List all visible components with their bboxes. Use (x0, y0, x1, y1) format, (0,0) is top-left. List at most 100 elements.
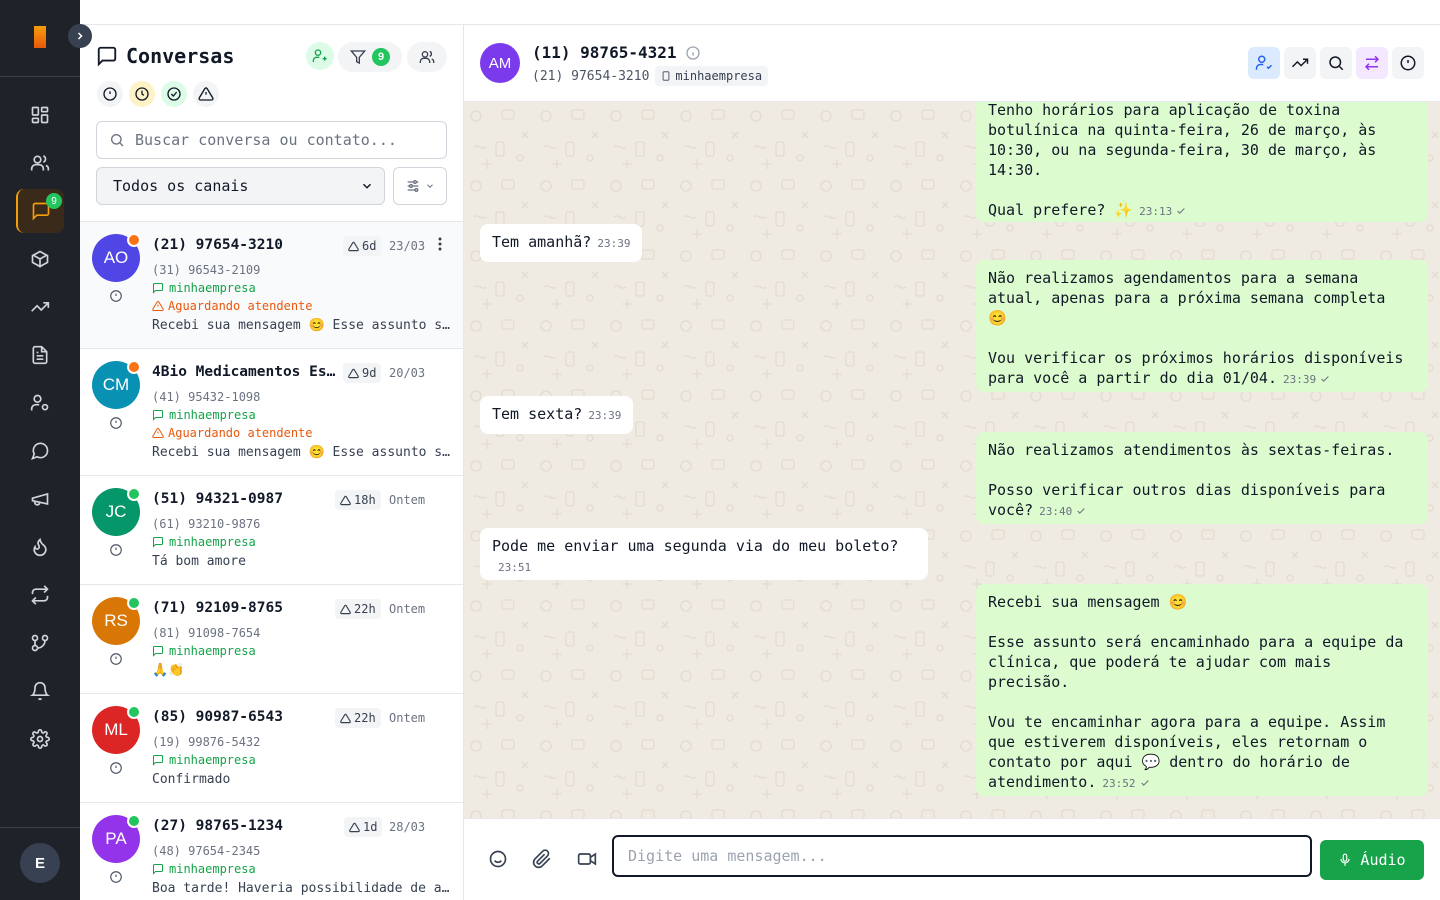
attach-button[interactable] (532, 849, 552, 869)
status-dot (127, 705, 141, 719)
nav-dashboard[interactable] (16, 93, 64, 137)
channel-label: minhaempresa (152, 753, 256, 767)
sidebar-toggle-button[interactable] (68, 24, 92, 48)
user-avatar[interactable]: E (20, 843, 60, 883)
panel-title: Conversas (96, 44, 234, 68)
nav-user-settings[interactable] (16, 381, 64, 425)
nav-reports[interactable] (16, 285, 64, 329)
emoji-button[interactable] (488, 849, 508, 869)
nav-notifications[interactable] (16, 669, 64, 713)
avatar: AO (92, 233, 141, 282)
conversation-list: AO (21) 97654-3210 6d 23/03 (31) 96543-2… (80, 221, 463, 900)
message-time: 23:39 (597, 237, 631, 250)
trending-icon (31, 302, 50, 312)
conversation-name: (27) 98765-1234 (152, 818, 283, 834)
add-contact-button[interactable] (306, 42, 334, 70)
time-tag: 22h (335, 599, 381, 619)
nav-badge: 9 (46, 193, 62, 209)
message-area: Tenho horários para aplicação de toxina … (464, 102, 1440, 818)
message-preview: Boa tarde! Haveria possibilidade de agen… (152, 881, 450, 896)
stats-button[interactable] (1284, 47, 1316, 79)
conversation-name: (51) 94321-0987 (152, 491, 283, 507)
chat-icon (153, 537, 163, 548)
flame-icon (33, 537, 47, 557)
user-settings-icon (30, 394, 49, 411)
message-input[interactable] (628, 847, 1296, 865)
contact-avatar[interactable]: AM (480, 43, 520, 83)
paperclip-icon (532, 849, 551, 869)
channel-label: minhaempresa (152, 644, 256, 658)
warning-icon (152, 300, 164, 311)
check-icon (1140, 779, 1149, 786)
warning-icon (340, 495, 351, 505)
search-input[interactable] (135, 131, 425, 149)
channel-select-value: Todos os canais (113, 177, 249, 195)
transfer-button[interactable] (1356, 47, 1388, 79)
info-icon[interactable] (109, 543, 123, 557)
conversation-date: 28/03 (389, 820, 426, 834)
nav-campaigns[interactable] (16, 477, 64, 521)
info-icon[interactable] (109, 289, 123, 303)
conversation-item[interactable]: ML (85) 90987-6543 22h Ontem (19) 99876-… (80, 694, 463, 803)
conversation-item[interactable]: AO (21) 97654-3210 6d 23/03 (31) 96543-2… (80, 222, 463, 349)
nav-contacts[interactable] (16, 141, 64, 185)
panel-title-text: Conversas (126, 44, 235, 68)
app-logo (34, 26, 46, 48)
channel-label: minhaempresa (152, 862, 256, 876)
video-icon (577, 852, 597, 866)
conversation-item[interactable]: PA (27) 98765-1234 1d 28/03 (48) 97654-2… (80, 803, 463, 900)
contact-name: (11) 98765-4321 (532, 43, 701, 62)
waiting-status: Aguardando atendente (152, 426, 313, 440)
time-tag: 22h (335, 708, 381, 728)
status-filter-warning[interactable] (193, 81, 219, 107)
info-icon[interactable] (109, 652, 123, 666)
advanced-filter-button[interactable] (393, 167, 447, 205)
smartphone-icon (663, 71, 670, 81)
info-icon[interactable] (109, 761, 123, 775)
nav-messages[interactable] (16, 429, 64, 473)
search-messages-button[interactable] (1320, 47, 1352, 79)
sliders-icon (407, 180, 419, 192)
nav-flows[interactable] (16, 621, 64, 665)
status-filter-pending[interactable] (129, 81, 155, 107)
info-icon[interactable] (685, 45, 701, 61)
status-filter-all[interactable] (97, 81, 123, 107)
conversation-item[interactable]: JC (51) 94321-0987 18h Ontem (61) 93210-… (80, 476, 463, 585)
status-dot (127, 360, 141, 374)
nav-conversations[interactable]: 9 (16, 189, 64, 233)
chat-icon (153, 646, 163, 657)
assign-agent-button[interactable] (1248, 47, 1280, 79)
chat-icon (153, 864, 163, 875)
app-sidebar: 9 E (0, 0, 92, 900)
nav-settings[interactable] (16, 717, 64, 761)
conversation-item[interactable]: RS (71) 92109-8765 22h Ontem (81) 91098-… (80, 585, 463, 694)
check-circle-icon (167, 87, 181, 101)
user-plus-icon (312, 49, 327, 62)
audio-button[interactable]: Áudio (1320, 840, 1424, 880)
smile-icon (489, 850, 507, 868)
conversation-item[interactable]: CM 4Bio Medicamentos Especiais 9d 20/03 … (80, 349, 463, 476)
message-time: 23:40 (1039, 505, 1073, 518)
chat-icon (153, 755, 163, 766)
info-icon[interactable] (109, 416, 123, 430)
message-bubble-outgoing: Tenho horários para aplicação de toxina … (976, 102, 1428, 222)
conversation-date: Ontem (389, 493, 426, 507)
info-icon[interactable] (109, 870, 123, 884)
team-button[interactable] (407, 42, 447, 72)
status-filter-resolved[interactable] (161, 81, 187, 107)
nav-hot-leads[interactable] (16, 525, 64, 569)
nav-products[interactable] (16, 237, 64, 281)
nav-documents[interactable] (16, 333, 64, 377)
details-button[interactable] (1392, 47, 1424, 79)
message-preview: Recebi sua mensagem 😊 Esse assunto será … (152, 445, 450, 460)
chat-header: AM (11) 98765-4321 (21) 97654-3210 minha… (464, 25, 1440, 102)
video-button[interactable] (576, 849, 598, 869)
message-composer: Áudio (464, 818, 1440, 900)
message-circle-icon (31, 442, 49, 460)
conversation-date: Ontem (389, 602, 426, 616)
filter-button[interactable]: 9 (338, 42, 402, 72)
chevron-right-icon (77, 32, 83, 40)
channel-select[interactable]: Todos os canais (96, 167, 385, 205)
nav-automations[interactable] (16, 573, 64, 617)
more-options-icon[interactable] (438, 237, 442, 251)
